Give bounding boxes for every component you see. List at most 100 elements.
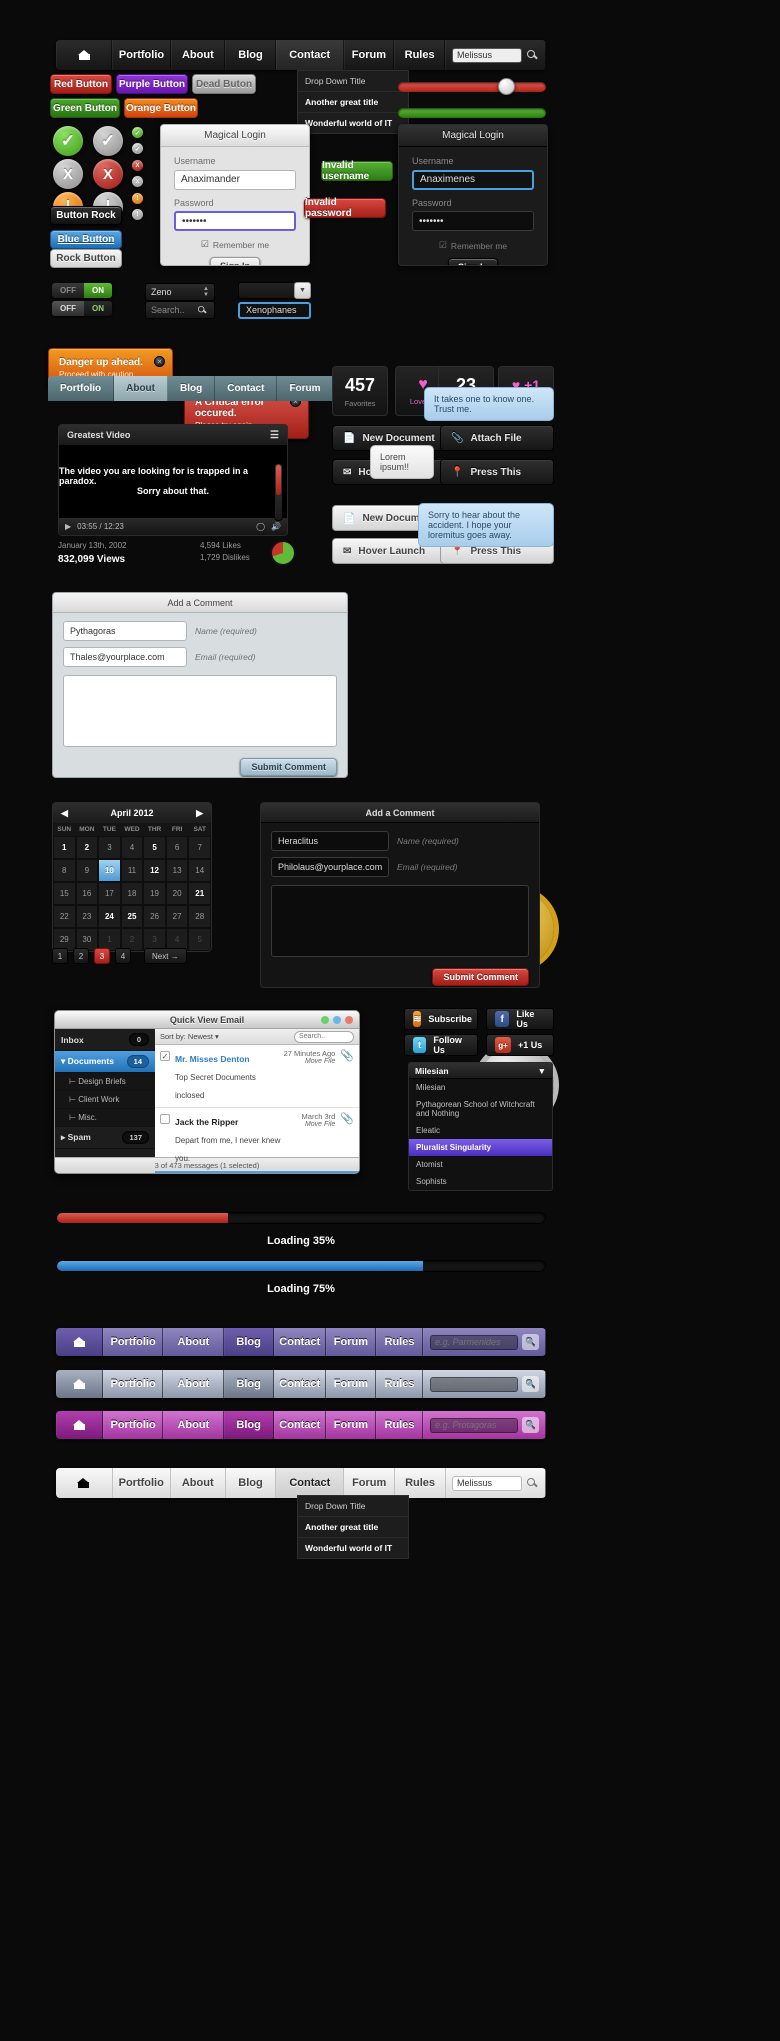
email-field-light[interactable] — [63, 647, 187, 667]
listbox-option-eleatic[interactable]: Eleatic — [409, 1122, 552, 1139]
dropdown-item-0[interactable]: Drop Down Title — [298, 71, 408, 92]
nav-home-button[interactable] — [56, 40, 113, 70]
nav-home-button[interactable] — [56, 1468, 113, 1498]
listbox-option-atomist[interactable]: Atomist — [409, 1156, 552, 1173]
calendar-day[interactable]: 10 — [98, 859, 121, 882]
prev-month-button[interactable]: ◀ — [61, 808, 68, 819]
next-page-button[interactable]: Next → — [144, 948, 187, 964]
orange-button[interactable]: Orange Button — [124, 98, 198, 118]
listbox-option-pythagorean[interactable]: Pythagorean School of Witchcraft and Not… — [409, 1096, 552, 1122]
red-slider-knob[interactable] — [498, 78, 515, 95]
chevron-down-icon[interactable]: ▼ — [294, 282, 311, 299]
calendar-day[interactable]: 13 — [165, 859, 189, 882]
sidebar-item-misc[interactable]: ⊢ Misc. — [55, 1109, 155, 1127]
purple-button[interactable]: Purple Button — [116, 74, 188, 94]
calendar-day[interactable]: 15 — [53, 882, 76, 905]
tab-forum[interactable]: Forum — [277, 376, 334, 401]
sidebar-item-spam[interactable]: ▸ Spam 137 — [55, 1127, 155, 1149]
paperclip-icon[interactable]: 📎 — [340, 1049, 354, 1062]
email-message-list[interactable]: Sort by: Newest ▾ ✓ Mr. Misses Denton To… — [155, 1029, 359, 1173]
remember-checkbox[interactable]: ☑ — [201, 239, 209, 250]
close-dot[interactable] — [345, 1015, 353, 1024]
nav-search-area[interactable] — [445, 40, 546, 70]
nav-item-forum[interactable]: Forum — [325, 1370, 377, 1398]
toggle-on-label[interactable]: ON — [84, 301, 112, 316]
calendar-day[interactable]: 28 — [188, 905, 211, 928]
nav-item-portfolio[interactable]: Portfolio — [102, 1370, 164, 1398]
search-input[interactable] — [429, 1376, 518, 1392]
password-field-dark[interactable] — [412, 211, 534, 231]
toggle-on-label[interactable]: ON — [84, 283, 112, 298]
calendar-day[interactable]: 25 — [120, 905, 144, 928]
check-circle-gray[interactable]: ✓ — [93, 126, 123, 156]
loop-icon[interactable]: ◯ — [256, 522, 265, 531]
sidebar-item-documents[interactable]: ▾ Documents 14 — [55, 1051, 155, 1073]
nav-item-rules[interactable]: Rules — [376, 1370, 423, 1398]
nav-item-contact[interactable]: Contact — [276, 1468, 345, 1498]
focused-text-field[interactable] — [238, 300, 311, 319]
navbar-magenta[interactable]: Portfolio About Blog Contact Forum Rules… — [56, 1411, 546, 1439]
email-search-input[interactable] — [294, 1030, 354, 1043]
nav-item-contact[interactable]: Contact — [273, 1370, 326, 1398]
remember-checkbox-dark[interactable]: ☑ — [439, 240, 447, 251]
calendar-day[interactable]: 21 — [188, 882, 211, 905]
video-screen[interactable]: The video you are looking for is trapped… — [59, 445, 287, 517]
calendar-day[interactable]: 2 — [75, 836, 99, 859]
comment-textarea-dark[interactable] — [271, 885, 529, 957]
submit-comment-dark[interactable]: Submit Comment — [432, 968, 529, 986]
username-field[interactable] — [174, 169, 296, 190]
sidebar-item-client-work[interactable]: ⊢ Client Work — [55, 1091, 155, 1109]
nav-item-about[interactable]: About — [163, 1328, 224, 1356]
calendar-day[interactable]: 7 — [188, 836, 211, 859]
nav-item-blog[interactable]: Blog — [226, 1468, 277, 1498]
minimize-dot[interactable] — [321, 1015, 329, 1024]
cross-circle-red[interactable]: X — [93, 159, 123, 189]
dropdown-item-1[interactable]: Another great title — [298, 1517, 408, 1538]
check-dot-gray[interactable]: ✓ — [132, 143, 143, 154]
nav-item-blog[interactable]: Blog — [223, 1370, 274, 1398]
email-row-1[interactable]: ✓ Mr. Misses Denton Top Secret Documents… — [155, 1045, 359, 1108]
paperclip-icon[interactable]: 📎 — [340, 1112, 354, 1125]
rock-button-white[interactable]: Rock Button — [50, 249, 122, 268]
calendar-day[interactable]: 8 — [53, 859, 76, 882]
calendar-day[interactable]: 11 — [120, 859, 144, 882]
listbox-widget[interactable]: Milesian ▼ Milesian Pythagorean School o… — [408, 1062, 553, 1191]
page-4[interactable]: 4 — [115, 948, 131, 964]
signin-button-light[interactable]: Sign In — [210, 257, 260, 265]
calendar-day[interactable]: 9 — [75, 859, 99, 882]
play-icon[interactable]: ▶ — [65, 522, 71, 531]
nav-item-forum[interactable]: Forum — [325, 1411, 377, 1439]
email-field-dark[interactable] — [271, 857, 389, 877]
nav-item-blog[interactable]: Blog — [223, 1328, 274, 1356]
calendar-day[interactable]: 26 — [143, 905, 166, 928]
search-icon[interactable] — [525, 1476, 539, 1490]
email-checkbox[interactable]: ✓ — [160, 1051, 170, 1061]
name-field-light[interactable] — [63, 621, 187, 641]
listbox-option-pluralist[interactable]: Pluralist Singularity — [409, 1139, 552, 1156]
nav-item-about[interactable]: About — [170, 40, 226, 70]
nav-item-about[interactable]: About — [163, 1370, 224, 1398]
next-month-button[interactable]: ▶ — [196, 808, 203, 819]
calendar-grid[interactable]: 1 2 3 4 5 6 7 8 9 10 11 12 13 14 15 16 17 18 19 20 21 22 23 24 2… — [53, 836, 211, 951]
cross-circle-gray[interactable]: X — [53, 159, 83, 189]
calendar-day[interactable]: 16 — [75, 882, 99, 905]
plus-one-button[interactable]: g+ +1 Us — [486, 1034, 554, 1056]
cross-dot-gray[interactable]: X — [132, 176, 143, 187]
nav-item-portfolio[interactable]: Portfolio — [113, 1468, 171, 1498]
alert-dot-orange[interactable]: ! — [132, 193, 143, 204]
like-us-button[interactable]: f Like Us — [486, 1008, 554, 1030]
nav-item-portfolio[interactable]: Portfolio — [102, 1411, 164, 1439]
focused-input[interactable] — [238, 301, 311, 319]
attach-file-button-dark[interactable]: 📎 Attach File — [440, 425, 554, 451]
search-icon[interactable]: 🔍 — [521, 1417, 539, 1433]
check-dot-green[interactable]: ✓ — [132, 127, 143, 138]
nav-item-contact[interactable]: Contact — [273, 1411, 326, 1439]
menu-icon[interactable]: ☰ — [270, 430, 279, 441]
video-volume-slider[interactable] — [274, 463, 283, 521]
toggle-on[interactable]: OFF ON — [52, 283, 112, 298]
nav-dropdown-menu[interactable]: Drop Down Title Another great title Wond… — [297, 70, 409, 134]
nav-item-contact[interactable]: Contact — [273, 1328, 326, 1356]
calendar-day[interactable]: 18 — [120, 882, 144, 905]
nav-item-portfolio[interactable]: Portfolio — [112, 40, 171, 70]
sidebar-item-inbox[interactable]: Inbox 0 — [55, 1029, 155, 1051]
